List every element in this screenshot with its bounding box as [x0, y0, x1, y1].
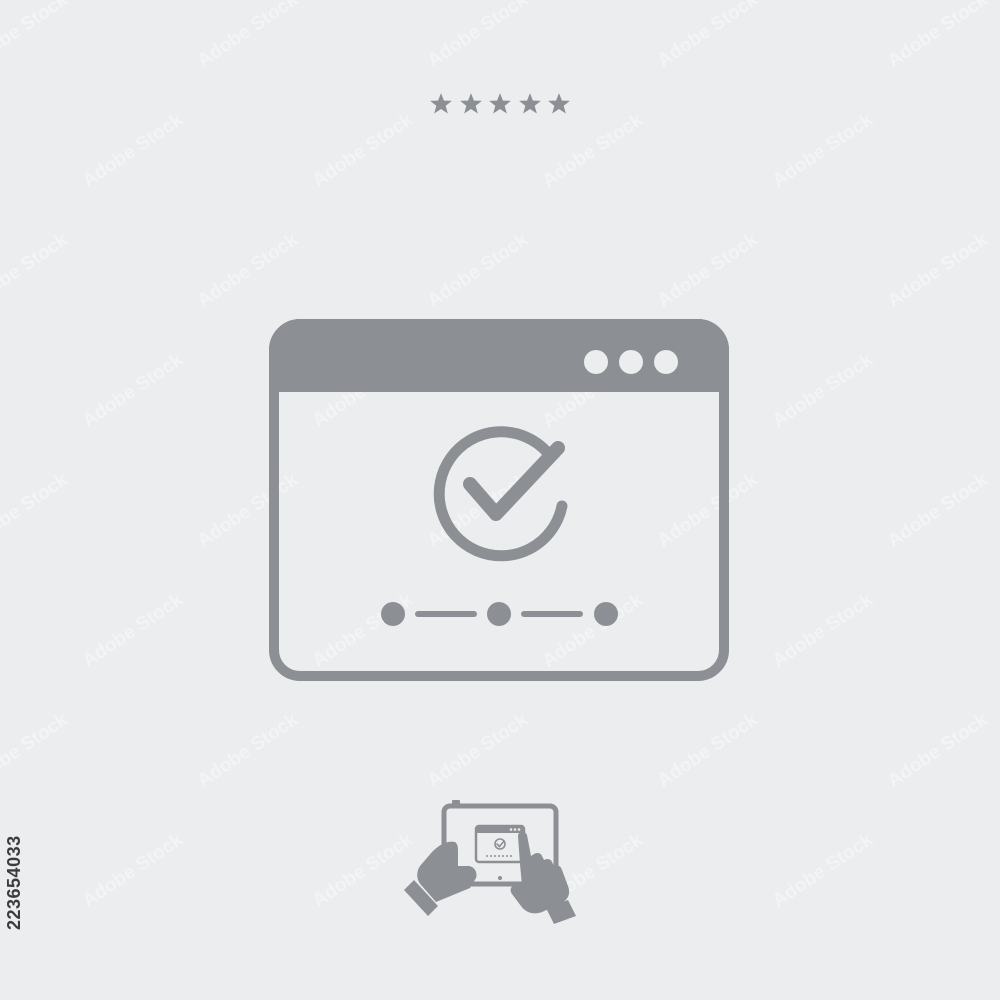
- left-hand-icon: [417, 841, 477, 902]
- right-hand-icon: [510, 831, 570, 914]
- mini-window-dot-1: [509, 828, 513, 831]
- tablet-top-button: [452, 800, 460, 804]
- tablet-home-button: [498, 876, 502, 880]
- mini-window-dot-2: [513, 828, 517, 831]
- mini-check-icon: [496, 840, 505, 848]
- page-canvas: Adobe Stock Adobe Stock Adobe Stock Adobe S…: [0, 0, 1000, 1000]
- mini-window-title-bar: [476, 826, 524, 833]
- mini-window-dot-3: [517, 828, 521, 831]
- stock-id-label: 223654033: [4, 835, 24, 930]
- tablet-touch-hands-icon: [404, 800, 576, 924]
